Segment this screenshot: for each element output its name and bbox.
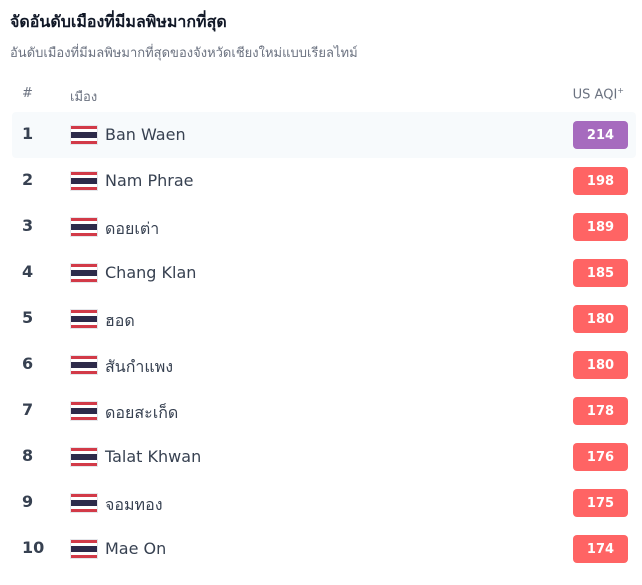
table-row[interactable]: 5 ฮอด 180 (12, 296, 636, 342)
table-row[interactable]: 9 จอมทอง 175 (12, 480, 636, 526)
aqi-badge: 180 (573, 305, 628, 333)
aqi-column-header[interactable]: US AQI+ (573, 86, 624, 102)
table-row[interactable]: 8 Talat Khwan 176 (12, 434, 636, 480)
rank-number: 8 (22, 446, 34, 465)
rank-column-header: # (22, 86, 33, 101)
rank-number: 10 (22, 538, 45, 557)
page-title: จัดอันดับเมืองที่มีมลพิษมากที่สุด (10, 12, 227, 31)
table-row[interactable]: 2 Nam Phrae 198 (12, 158, 636, 204)
page-subtitle: อันดับเมืองที่มีมลพิษมากที่สุดของจังหวัด… (10, 46, 358, 61)
rank-number: 4 (22, 262, 34, 281)
aqi-column-label: US AQI (572, 87, 618, 103)
rank-number: 9 (22, 492, 34, 511)
city-link[interactable]: ฮอด (105, 309, 135, 334)
thailand-flag-icon (70, 493, 98, 513)
table-row[interactable]: 4 Chang Klan 185 (12, 250, 636, 296)
rank-number: 1 (22, 124, 34, 143)
table-header: # เมือง US AQI+ (0, 82, 642, 106)
city-link[interactable]: Nam Phrae (105, 171, 193, 190)
thailand-flag-icon (70, 355, 98, 375)
rank-number: 2 (22, 170, 34, 189)
thailand-flag-icon (70, 401, 98, 421)
city-link[interactable]: Talat Khwan (105, 447, 201, 466)
aqi-column-superscript: + (617, 86, 624, 95)
aqi-badge: 198 (573, 167, 628, 195)
ranking-list: 1 Ban Waen 214 2 Nam Phrae 198 3 ดอยเต่า 189 4 Cha… (0, 112, 642, 572)
thailand-flag-icon (70, 125, 98, 145)
city-column-header: เมือง (70, 90, 98, 105)
rank-number: 7 (22, 400, 34, 419)
rank-number: 5 (22, 308, 34, 327)
thailand-flag-icon (70, 447, 98, 467)
thailand-flag-icon (70, 263, 98, 283)
aqi-badge: 178 (573, 397, 628, 425)
thailand-flag-icon (70, 217, 98, 237)
city-link[interactable]: ดอยสะเก็ด (105, 401, 178, 426)
thailand-flag-icon (70, 309, 98, 329)
city-link[interactable]: Ban Waen (105, 125, 186, 144)
table-row[interactable]: 3 ดอยเต่า 189 (12, 204, 636, 250)
aqi-badge: 185 (573, 259, 628, 287)
city-link[interactable]: จอมทอง (105, 493, 163, 518)
table-row[interactable]: 7 ดอยสะเก็ด 178 (12, 388, 636, 434)
aqi-badge: 174 (573, 535, 628, 563)
aqi-badge: 189 (573, 213, 628, 241)
aqi-badge: 176 (573, 443, 628, 471)
city-link[interactable]: ดอยเต่า (105, 217, 159, 242)
city-link[interactable]: สันกำแพง (105, 355, 173, 380)
table-row[interactable]: 10 Mae On 174 (12, 526, 636, 572)
city-link[interactable]: Mae On (105, 539, 166, 558)
city-link[interactable]: Chang Klan (105, 263, 196, 282)
aqi-badge: 180 (573, 351, 628, 379)
table-row[interactable]: 6 สันกำแพง 180 (12, 342, 636, 388)
rank-number: 3 (22, 216, 34, 235)
table-row[interactable]: 1 Ban Waen 214 (12, 112, 636, 158)
aqi-badge: 214 (573, 121, 628, 149)
thailand-flag-icon (70, 171, 98, 191)
thailand-flag-icon (70, 539, 98, 559)
rank-number: 6 (22, 354, 34, 373)
aqi-badge: 175 (573, 489, 628, 517)
